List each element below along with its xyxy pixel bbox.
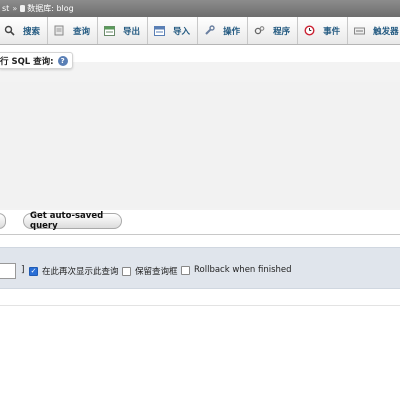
tab-events-label: 事件 <box>323 26 341 37</box>
section-divider <box>0 234 400 235</box>
wrench-icon <box>203 25 215 36</box>
sql-editor-panel <box>0 62 400 210</box>
breadcrumb: st » 数据库: blog <box>0 0 400 17</box>
tab-operations-label: 操作 <box>223 26 241 37</box>
triggers-icon <box>353 25 365 36</box>
query-options-bar: ] ✓ 在此再次显示此查询 保留查询框 Rollback when finish… <box>0 247 400 289</box>
retain-query-box-label: 保留查询框 <box>135 267 178 277</box>
sql-panel-title: 行 SQL 查询: ? <box>0 52 73 69</box>
bottom-rule <box>0 305 400 306</box>
show-query-again-label: 在此再次显示此查询 <box>42 267 119 277</box>
show-query-again-option[interactable]: ✓ 在此再次显示此查询 <box>29 265 119 277</box>
tab-export-label: 导出 <box>123 26 141 37</box>
breadcrumb-separator: » <box>12 4 18 13</box>
show-query-again-checkbox[interactable]: ✓ <box>29 266 38 276</box>
tab-import-label: 导入 <box>173 26 191 37</box>
clock-icon <box>303 25 315 36</box>
tab-triggers-label: 触发器 <box>373 26 399 37</box>
tab-import[interactable]: 导入 <box>148 17 199 44</box>
get-autosaved-query-button[interactable]: Get auto-saved query <box>23 211 122 231</box>
tab-operations[interactable]: 操作 <box>198 17 249 44</box>
query-icon <box>53 25 65 36</box>
database-icon <box>20 5 26 12</box>
routines-icon <box>253 25 265 36</box>
tab-routines-label: 程序 <box>273 26 291 37</box>
tab-triggers[interactable]: 触发器 <box>348 17 400 44</box>
tab-search-label: 搜索 <box>23 26 41 37</box>
retain-query-box-option[interactable]: 保留查询框 <box>122 265 178 277</box>
retain-query-box-checkbox[interactable] <box>122 266 131 276</box>
import-icon <box>153 25 165 36</box>
delimiter-input[interactable] <box>0 263 16 279</box>
breadcrumb-database[interactable]: 数据库: blog <box>27 3 74 14</box>
tab-query-label: 查询 <box>73 26 91 37</box>
rollback-label: Rollback when finished <box>194 265 292 275</box>
sql-panel-title-text: 行 SQL 查询: <box>0 56 54 67</box>
search-icon <box>3 25 15 36</box>
sql-query-textarea[interactable] <box>0 82 400 208</box>
tab-events[interactable]: 事件 <box>298 17 349 44</box>
export-icon <box>103 25 115 36</box>
tab-routines[interactable]: 程序 <box>248 17 299 44</box>
help-icon[interactable]: ? <box>57 55 68 66</box>
tab-export[interactable]: 导出 <box>98 17 149 44</box>
breadcrumb-server[interactable]: st <box>2 4 9 13</box>
tab-search[interactable]: 搜索 <box>0 17 49 44</box>
clear-button[interactable] <box>0 213 6 229</box>
tab-bar: 搜索 查询 导出 导入 操作 程序 事件 触发器 <box>0 17 400 45</box>
rollback-option[interactable]: Rollback when finished <box>181 265 292 275</box>
query-button-row: Get auto-saved query <box>0 210 400 232</box>
delimiter-bracket: ] <box>21 265 25 275</box>
tab-query[interactable]: 查询 <box>48 17 99 44</box>
rollback-checkbox[interactable] <box>181 265 190 275</box>
